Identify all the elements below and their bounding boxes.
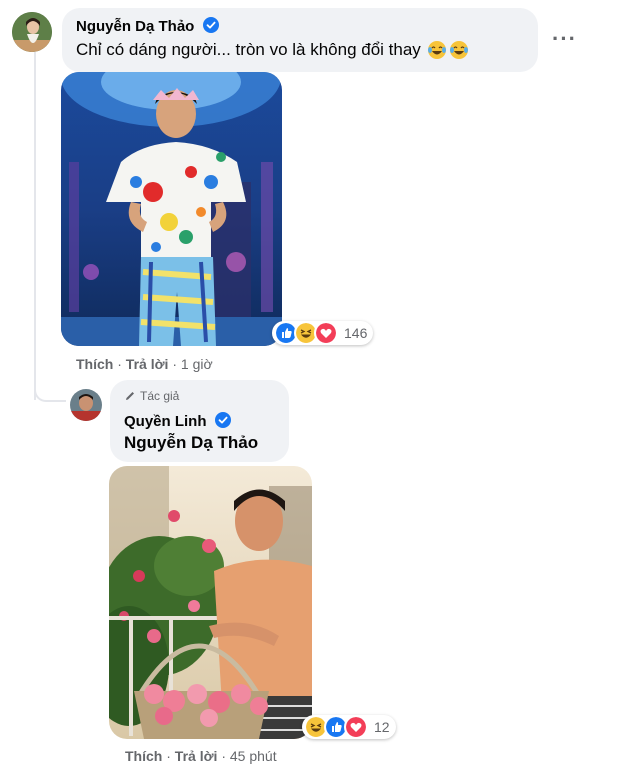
- reply-actions: Thích · Trả lời · 45 phút: [125, 748, 277, 764]
- like-link[interactable]: Thích: [125, 748, 162, 764]
- comment-author-row: Nguyễn Dạ Thảo: [76, 17, 219, 37]
- reply-link[interactable]: Trả lời: [126, 356, 169, 372]
- comment-author-name[interactable]: Nguyễn Dạ Thảo: [76, 18, 194, 35]
- comment-text-row: Chỉ có dáng người... tròn vo là không đổ…: [76, 40, 469, 60]
- reply-author-row: Quyền Linh: [124, 412, 231, 430]
- reply-author-name[interactable]: Quyền Linh: [124, 413, 207, 430]
- verified-icon: [202, 17, 219, 33]
- comment-text: Chỉ có dáng người... tròn vo là không đổ…: [76, 40, 421, 59]
- reply-photo[interactable]: [109, 466, 312, 739]
- like-link[interactable]: Thích: [76, 356, 113, 372]
- love-icon: [344, 715, 368, 739]
- thread-line: [34, 52, 36, 400]
- author-badge: Tác giả: [124, 389, 179, 403]
- author-badge-label: Tác giả: [140, 389, 180, 403]
- reply-mention[interactable]: Nguyễn Dạ Thảo: [124, 433, 258, 453]
- comment-time[interactable]: 1 giờ: [181, 356, 213, 372]
- verified-icon: [214, 412, 231, 428]
- avatar[interactable]: [12, 12, 52, 52]
- comment-actions: Thích · Trả lời · 1 giờ: [76, 356, 213, 372]
- reaction-count: 146: [344, 325, 368, 341]
- reply-reaction-summary[interactable]: 12: [302, 715, 396, 739]
- reaction-summary[interactable]: 146: [272, 321, 374, 345]
- reply-link[interactable]: Trả lời: [175, 748, 218, 764]
- laugh-tears-icon: [427, 41, 446, 59]
- reply-time[interactable]: 45 phút: [230, 748, 277, 764]
- more-options-icon[interactable]: ···: [552, 26, 577, 52]
- reaction-count: 12: [374, 719, 390, 735]
- reply-avatar[interactable]: [70, 389, 102, 421]
- laugh-tears-icon: [449, 41, 468, 59]
- comment-photo[interactable]: [61, 72, 282, 346]
- thread-connector: [34, 380, 66, 402]
- love-icon: [314, 321, 338, 345]
- pencil-icon: [126, 392, 134, 400]
